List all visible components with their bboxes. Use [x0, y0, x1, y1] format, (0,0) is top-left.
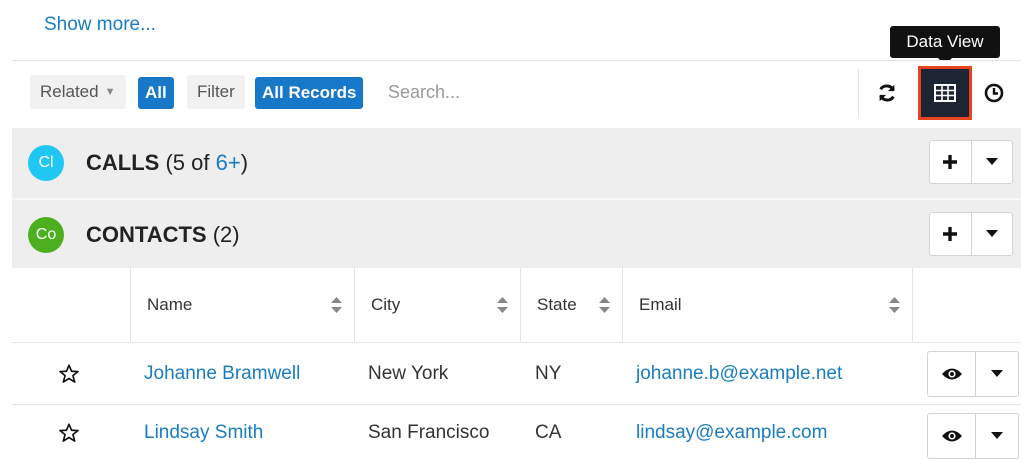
column-header-label: City	[371, 295, 401, 314]
plus-icon	[943, 155, 958, 169]
sort-icon	[599, 297, 610, 313]
calls-action-buttons	[929, 140, 1013, 184]
contacts-title-text: CONTACTS	[86, 222, 207, 247]
contacts-module-badge: Co	[28, 217, 64, 253]
column-header-label: Email	[639, 295, 682, 314]
column-header-actions	[912, 268, 1021, 342]
favorite-star-button[interactable]	[58, 343, 88, 404]
contact-city: New York	[368, 362, 449, 384]
column-header-label: State	[537, 295, 577, 314]
row-action-buttons	[927, 413, 1019, 459]
column-header-name[interactable]: Name	[130, 268, 354, 342]
contact-email-link[interactable]: johanne.b@example.net	[636, 343, 842, 404]
contact-state: CA	[535, 421, 562, 443]
contacts-subpanel-header[interactable]: Co CONTACTS (2)	[12, 198, 1021, 268]
related-all-tag[interactable]: All	[138, 77, 174, 109]
contacts-create-button[interactable]	[930, 213, 971, 255]
calls-more-link[interactable]: 6+	[216, 150, 241, 175]
calls-actions-dropdown[interactable]	[970, 141, 1013, 183]
filter-all-records-tag[interactable]: All Records	[255, 77, 364, 109]
contact-name-link[interactable]: Johanne Bramwell	[144, 343, 300, 404]
contact-email-link[interactable]: lindsay@example.com	[636, 405, 827, 460]
caret-down-icon	[991, 370, 1003, 377]
star-outline-icon	[59, 363, 79, 383]
contacts-actions-dropdown[interactable]	[970, 213, 1013, 255]
preview-button[interactable]	[928, 352, 976, 396]
calls-subpanel-header[interactable]: Cl CALLS (5 of 6+)	[12, 128, 1021, 198]
table-row: Johanne Bramwell New York NY johanne.b@e…	[12, 342, 1021, 404]
caret-down-icon	[991, 432, 1003, 439]
eye-icon	[941, 368, 962, 380]
column-header-email[interactable]: Email	[622, 268, 912, 342]
calls-create-button[interactable]	[930, 141, 971, 183]
related-label: Related	[40, 82, 99, 101]
row-actions-dropdown[interactable]	[976, 352, 1018, 396]
table-header-row: Name City State Email	[12, 268, 1021, 342]
related-dropdown[interactable]: Related ▼	[30, 75, 126, 109]
contact-city: San Francisco	[368, 421, 490, 443]
data-view-tooltip: Data View	[890, 26, 1000, 65]
activity-stream-button[interactable]	[976, 76, 1012, 110]
data-view-button[interactable]	[918, 66, 972, 120]
contacts-title: CONTACTS (2)	[86, 222, 240, 248]
row-action-buttons	[927, 351, 1019, 397]
eye-icon	[941, 430, 962, 442]
table-row: Lindsay Smith San Francisco CA lindsay@e…	[12, 404, 1021, 460]
column-header-state[interactable]: State	[520, 268, 622, 342]
contacts-action-buttons	[929, 212, 1013, 256]
show-more-link[interactable]: Show more...	[44, 14, 156, 36]
contact-name-link[interactable]: Lindsay Smith	[144, 405, 263, 460]
favorite-star-button[interactable]	[58, 405, 88, 460]
subpanel-toolbar: Related ▼ All Filter All Records Search.…	[12, 60, 1021, 124]
column-header-city[interactable]: City	[354, 268, 520, 342]
calls-module-badge: Cl	[28, 145, 64, 181]
row-actions-dropdown[interactable]	[976, 414, 1018, 458]
star-outline-icon	[59, 422, 79, 442]
column-header-label: Name	[147, 295, 193, 314]
data-view-icon	[934, 84, 956, 102]
caret-down-icon: ▼	[104, 86, 116, 98]
calls-count-suffix: )	[240, 150, 249, 175]
contacts-count: (2)	[212, 222, 240, 247]
contact-state: NY	[535, 362, 562, 384]
filter-label[interactable]: Filter	[187, 75, 245, 109]
activity-stream-icon	[984, 83, 1004, 103]
calls-count-prefix: (5 of	[165, 150, 216, 175]
calls-title-text: CALLS	[86, 150, 160, 175]
search-input[interactable]: Search...	[388, 75, 848, 109]
sort-icon	[889, 297, 900, 313]
preview-button[interactable]	[928, 414, 976, 458]
toolbar-divider	[858, 69, 859, 117]
caret-down-icon	[985, 230, 998, 237]
plus-icon	[943, 227, 958, 241]
caret-down-icon	[985, 158, 998, 165]
refresh-icon	[879, 84, 895, 102]
sort-icon	[497, 297, 508, 313]
sort-icon	[331, 297, 342, 313]
calls-title: CALLS (5 of 6+)	[86, 150, 248, 176]
refresh-button[interactable]	[870, 76, 904, 110]
